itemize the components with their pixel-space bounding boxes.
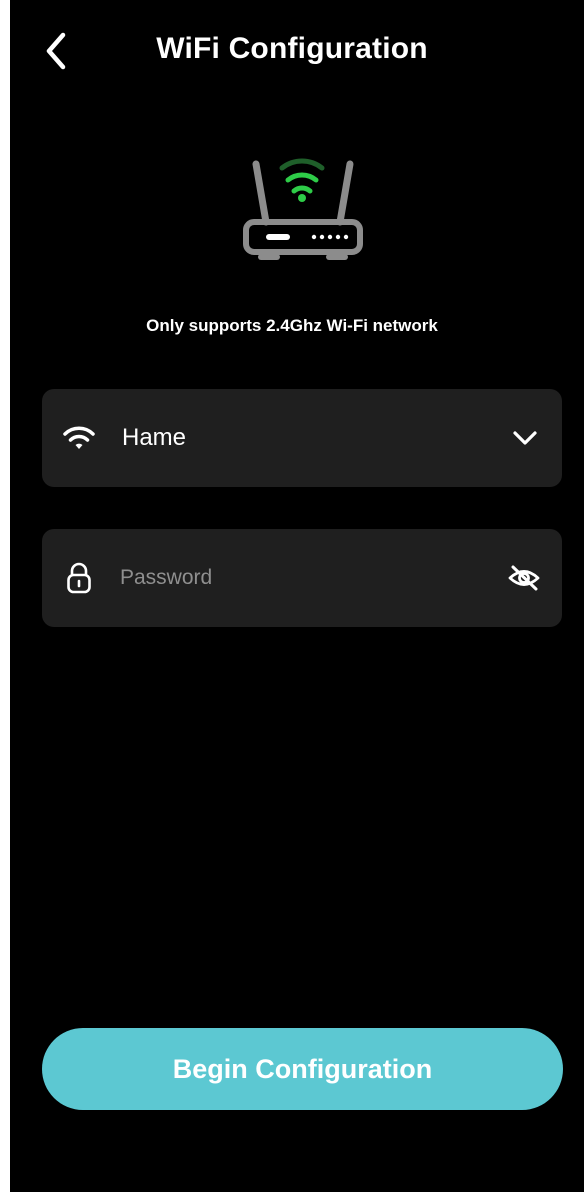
password-field-container [42,529,562,627]
wifi-icon [62,421,96,455]
support-note: Only supports 2.4Ghz Wi-Fi network [146,316,438,335]
header: WiFi Configuration [10,0,584,104]
begin-configuration-button[interactable]: Begin Configuration [42,1028,563,1110]
network-name: Hame [122,424,187,451]
wifi-configuration-screen: WiFi Configuration Only supports 2.4Ghz … [10,0,584,1192]
wifi-router-icon [243,158,363,260]
page-title: WiFi Configuration [156,32,428,65]
eye-slash-icon[interactable] [504,558,544,598]
password-input[interactable] [120,556,480,600]
lock-icon [62,561,96,595]
chevron-down-icon[interactable] [510,423,540,453]
network-select[interactable]: Hame [42,389,562,487]
